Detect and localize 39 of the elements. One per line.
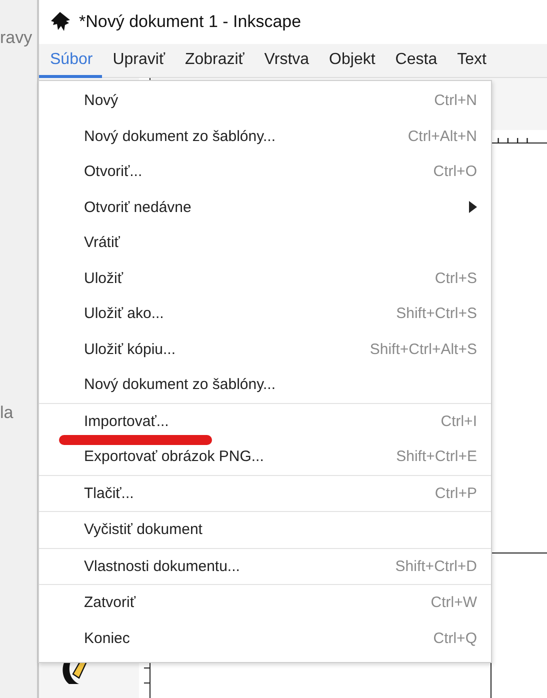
menu-tab[interactable]: Vrstva [253,44,318,78]
background-text: ravy [0,28,34,48]
shortcut-text: Ctrl+O [433,163,477,180]
shortcut-text: Shift+Ctrl+D [395,558,477,575]
shortcut-text: Ctrl+Alt+N [408,128,477,145]
shortcut-text: Ctrl+Q [433,630,477,647]
submenu-arrow-icon [469,201,477,214]
background-text: la [0,403,14,423]
logo-icon [49,11,71,34]
shortcut-text: Ctrl+N [434,92,477,110]
menu-item[interactable]: Vrátiť [39,225,491,260]
menu-item[interactable]: Vlastnosti dokumentu... Shift+Ctrl+D [39,548,491,584]
shortcut-text: Shift+Ctrl+Alt+S [370,340,477,358]
menu-item[interactable]: Zatvoriť Ctrl+W [39,585,491,620]
menu-item[interactable]: Tlačiť... Ctrl+P [39,476,491,511]
menu-item[interactable]: Otvoriť... Ctrl+O [39,154,491,190]
menu-item[interactable]: Nový Ctrl+N [39,83,491,118]
shortcut-text: Ctrl+W [430,594,477,612]
menu-item[interactable]: Exportovať obrázok PNG... Shift+Ctrl+E [39,439,491,474]
shortcut-text: Ctrl+I [440,412,477,430]
menu-item[interactable]: Uložiť Ctrl+S [39,260,491,296]
menu-item[interactable]: Vyčistiť dokument [39,512,491,548]
menu-tab[interactable]: Cesta [384,44,446,78]
menu-item[interactable]: Nový dokument zo šablóny... Ctrl+Alt+N [39,118,491,154]
menu-tab[interactable]: Objekt [318,44,384,78]
menu-item[interactable]: Koniec Ctrl+Q [39,620,491,656]
menu-tab[interactable]: Text [446,44,496,78]
menu-tab[interactable]: Zobraziť [174,44,254,78]
menu-item[interactable]: Uložiť ako... Shift+Ctrl+S [39,296,491,332]
menu-item[interactable]: Uložiť kópiu... Shift+Ctrl+Alt+S [39,332,491,367]
shortcut-text: Ctrl+P [434,484,477,502]
menu-item[interactable]: Otvoriť nedávne [39,190,491,225]
shortcut-text: Shift+Ctrl+E [396,448,477,466]
menu-item[interactable]: Nový dokument zo šablóny... [39,367,491,402]
shortcut-text: Shift+Ctrl+S [396,305,477,322]
menu-item[interactable]: Importovať... Ctrl+I [39,404,491,439]
menu-tab[interactable]: Upraviť [102,44,174,78]
window-title: *Nový dokument 1 - Inkscape [79,12,302,32]
shortcut-text: Ctrl+S [434,270,477,287]
